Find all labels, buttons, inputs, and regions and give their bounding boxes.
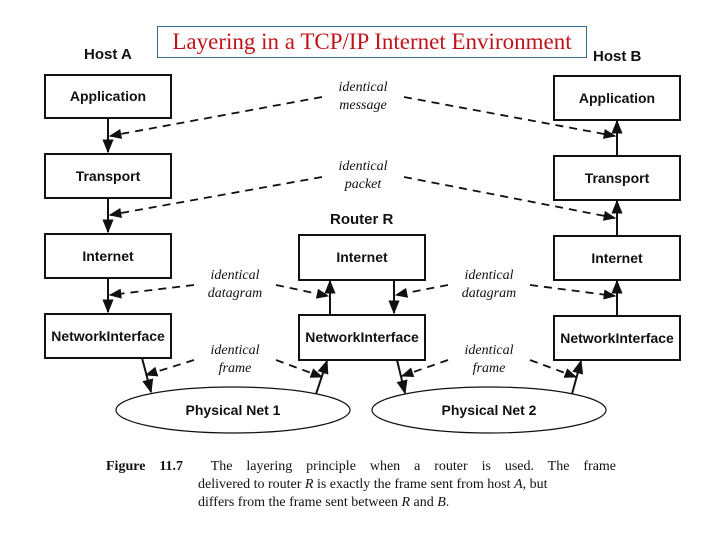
host-b-transport-layer: Transport bbox=[553, 155, 681, 201]
router-ni-to-net2-arrow bbox=[396, 359, 408, 395]
identical-message-line1: identical bbox=[338, 80, 388, 95]
caption-line-3: differs from the frame sent between R an… bbox=[106, 494, 616, 512]
identical-datagram-right-line2: datagram bbox=[461, 286, 517, 301]
caption-text: . bbox=[445, 495, 450, 510]
identical-frame-right-line2: frame bbox=[472, 361, 506, 376]
caption-var-b: B bbox=[437, 495, 446, 510]
caption-text: and bbox=[410, 495, 438, 510]
host-b-network-interface-layer: Network Interface bbox=[553, 315, 681, 361]
identical-message-line2: message bbox=[339, 98, 387, 113]
caption-text: delivered to router bbox=[198, 477, 305, 492]
identical-datagram-left-label: identical datagram bbox=[180, 267, 290, 303]
router-r-label: Router R bbox=[330, 211, 394, 228]
host-a-label: Host A bbox=[84, 46, 132, 63]
identical-datagram-right-label: identical datagram bbox=[434, 267, 544, 303]
physical-net-1-label: Physical Net 1 bbox=[185, 402, 281, 418]
identical-frame-left-label: identical frame bbox=[180, 342, 290, 378]
caption-line-2: delivered to router R is exactly the fra… bbox=[106, 476, 616, 494]
host-b-application-layer: Application bbox=[553, 75, 681, 121]
caption-text: is exactly the frame sent from host bbox=[313, 477, 515, 492]
host-b-label: Host B bbox=[593, 48, 642, 65]
identical-packet-line2: packet bbox=[344, 177, 382, 192]
caption-line-1: Figure 11.7 The layering principle when … bbox=[106, 458, 616, 476]
physical-net-2-label: Physical Net 2 bbox=[441, 402, 537, 418]
identical-datagram-left-line2: datagram bbox=[207, 286, 263, 301]
caption-figure-number: Figure 11.7 bbox=[106, 459, 184, 474]
identical-frame-right-line1: identical bbox=[464, 343, 514, 358]
router-internet-layer: Internet bbox=[298, 234, 426, 281]
caption-line-1-text: The layering principle when a router is … bbox=[210, 459, 617, 474]
identical-packet-line1: identical bbox=[338, 159, 388, 174]
caption-var-r: R bbox=[401, 495, 410, 510]
slide-title: Layering in a TCP/IP Internet Environmen… bbox=[157, 26, 587, 58]
host-a-internet-layer: Internet bbox=[44, 233, 172, 279]
identical-frame-left-line2: frame bbox=[218, 361, 252, 376]
identical-packet-label: identical packet bbox=[308, 158, 418, 194]
identical-datagram-left-line1: identical bbox=[210, 268, 260, 283]
net2-to-host-b-ni-arrow bbox=[571, 359, 584, 395]
caption-text: , but bbox=[522, 477, 548, 492]
figure-caption: Figure 11.7 The layering principle when … bbox=[106, 458, 616, 512]
host-a-application-layer: Application bbox=[44, 74, 172, 119]
identical-frame-right-label: identical frame bbox=[434, 342, 544, 378]
host-a-transport-layer: Transport bbox=[44, 153, 172, 199]
router-network-interface-layer: Network Interface bbox=[298, 314, 426, 361]
identical-datagram-right-line1: identical bbox=[464, 268, 514, 283]
host-b-internet-layer: Internet bbox=[553, 235, 681, 281]
host-a-network-interface-layer: Network Interface bbox=[44, 313, 172, 359]
caption-text: differs from the frame sent between bbox=[198, 495, 402, 510]
identical-message-label: identical message bbox=[308, 79, 418, 115]
identical-frame-left-line1: identical bbox=[210, 343, 260, 358]
caption-var-a: A bbox=[514, 477, 523, 492]
